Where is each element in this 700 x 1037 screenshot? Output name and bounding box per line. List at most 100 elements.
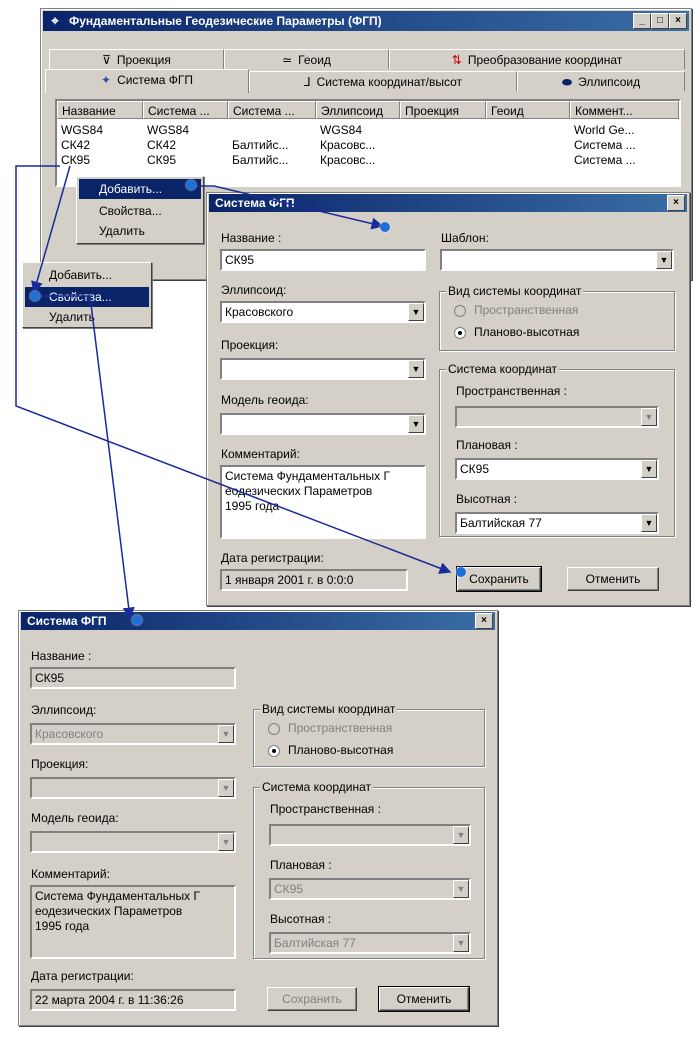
projection-select[interactable]: ▼ xyxy=(220,358,426,380)
column-header-geoid[interactable]: Геоид xyxy=(486,101,570,119)
coordinate-system-group: Система координат Пространственная : ▼ П… xyxy=(439,362,675,537)
ellipsoid-label: Эллипсоид: xyxy=(31,703,97,717)
planar-select: СК95 ▼ xyxy=(269,878,471,900)
menu-item-properties[interactable]: Свойства... xyxy=(25,287,149,307)
spatial-label: Пространственная : xyxy=(456,384,567,398)
coordinate-system-group: Система координат Пространственная : ▼ П… xyxy=(253,780,485,959)
save-button: Сохранить xyxy=(267,987,357,1011)
name-label: Название : xyxy=(221,231,282,245)
chevron-down-icon[interactable]: ▼ xyxy=(641,514,657,532)
ellipsoid-select[interactable]: Красовского ▼ xyxy=(220,301,426,323)
cancel-button[interactable]: Отменить xyxy=(567,567,659,591)
chevron-down-icon: ▼ xyxy=(453,880,469,898)
column-header-projection[interactable]: Проекция xyxy=(400,101,486,119)
menu-item-properties[interactable]: Свойства... xyxy=(79,201,201,221)
column-header-name[interactable]: Название xyxy=(57,101,143,119)
projection-label: Проекция: xyxy=(31,757,89,771)
main-titlebar[interactable]: ⌖ Фундаментальные Геодезические Параметр… xyxy=(43,11,689,31)
height-label: Высотная : xyxy=(456,492,518,506)
menu-item-delete[interactable]: Удалить xyxy=(25,307,149,327)
planar-select[interactable]: СК95 ▼ xyxy=(455,458,659,480)
save-button[interactable]: Сохранить xyxy=(456,566,542,592)
context-menu-list: Добавить... Свойства... Удалить xyxy=(76,176,204,244)
date-label: Дата регистрации: xyxy=(31,969,134,983)
geoid-select[interactable]: ▼ xyxy=(220,413,426,435)
date-field: 22 марта 2004 г. в 11:36:26 xyxy=(30,989,236,1011)
projection-select: ▼ xyxy=(30,777,236,799)
comment-label: Комментарий: xyxy=(221,447,300,461)
ellipsoid-icon: ⬬ xyxy=(561,75,573,89)
coordinate-kind-group: Вид системы координат Пространственная П… xyxy=(439,284,675,351)
column-header-ellipsoid[interactable]: Эллипсоид xyxy=(316,101,400,119)
tab-fgp-system[interactable]: ✦ Система ФГП xyxy=(45,69,249,93)
name-input: СК95 xyxy=(30,667,236,689)
radio-planar-height xyxy=(268,745,280,757)
dialog-view-titlebar[interactable]: Система ФГП × xyxy=(21,612,495,630)
fgp-system-icon: ✦ xyxy=(101,73,112,87)
radio-spatial xyxy=(268,723,280,735)
spatial-select: ▼ xyxy=(269,824,471,846)
dialog-view-title: Система ФГП xyxy=(27,614,107,628)
radio-planar-height-label: Планово-высотная xyxy=(474,325,580,339)
date-field: 1 января 2001 г. в 0:0:0 xyxy=(220,569,408,591)
cancel-button[interactable]: Отменить xyxy=(378,986,470,1012)
chevron-down-icon[interactable]: ▼ xyxy=(641,408,657,426)
height-select[interactable]: Балтийская 77 ▼ xyxy=(455,512,659,534)
minimize-button[interactable]: _ xyxy=(633,13,651,29)
menu-item-add[interactable]: Добавить... xyxy=(25,265,149,285)
radio-spatial-label: Пространственная xyxy=(288,721,393,735)
dialog-fgp-view: Система ФГП × Название : СК95 Эллипсоид:… xyxy=(18,610,498,1026)
chevron-down-icon[interactable]: ▼ xyxy=(641,460,657,478)
coordinate-kind-group: Вид системы координат Пространственная П… xyxy=(253,702,485,767)
chevron-down-icon[interactable]: ▼ xyxy=(408,303,424,321)
menu-item-add[interactable]: Добавить... xyxy=(79,179,201,199)
arrow-menu-properties-to-view-dialog xyxy=(34,295,135,620)
marker-dot xyxy=(186,180,196,190)
axes-icon: ⅃ xyxy=(303,75,311,89)
radio-spatial[interactable] xyxy=(454,305,466,317)
radio-planar-height[interactable] xyxy=(454,327,466,339)
tab-coordinate-transform[interactable]: ⇅ Преобразование координат xyxy=(389,49,685,69)
chevron-down-icon[interactable]: ▼ xyxy=(408,360,424,378)
marker-dot xyxy=(456,567,466,577)
spatial-label: Пространственная : xyxy=(270,802,381,816)
projection-icon: ⊽ xyxy=(102,53,111,67)
fgp-list[interactable]: Название Система ... Система ... Эллипсо… xyxy=(55,99,681,187)
chevron-down-icon: ▼ xyxy=(453,934,469,952)
column-header-comment[interactable]: Коммент... xyxy=(570,101,679,119)
column-header-system-2[interactable]: Система ... xyxy=(228,101,316,119)
close-button[interactable]: × xyxy=(669,13,687,29)
menu-item-delete[interactable]: Удалить xyxy=(79,221,201,241)
geoid-icon: ≃ xyxy=(282,53,293,67)
name-input[interactable]: СК95 xyxy=(220,249,426,271)
chevron-down-icon: ▼ xyxy=(218,725,234,743)
tab-ellipsoid[interactable]: ⬬ Эллипсоид xyxy=(517,71,685,91)
chevron-down-icon[interactable]: ▼ xyxy=(408,415,424,433)
tab-coordinate-systems[interactable]: ⅃ Система координат/высот xyxy=(249,71,517,91)
transform-icon: ⇅ xyxy=(451,53,462,67)
ellipsoid-select: Красовского ▼ xyxy=(30,723,236,745)
maximize-button[interactable]: □ xyxy=(651,13,669,29)
date-label: Дата регистрации: xyxy=(221,551,324,565)
comment-label: Комментарий: xyxy=(31,867,110,881)
chevron-down-icon: ▼ xyxy=(218,833,234,851)
comment-textarea[interactable]: Система Фундаментальных Г еодезических П… xyxy=(220,465,426,539)
tab-projection[interactable]: ⊽ Проекция xyxy=(49,49,224,69)
chevron-down-icon[interactable]: ▼ xyxy=(656,251,672,269)
spatial-select[interactable]: ▼ xyxy=(455,406,659,428)
dialog-edit-close-button[interactable]: × xyxy=(667,195,685,211)
planar-label: Плановая : xyxy=(270,858,332,872)
tab-geoid[interactable]: ≃ Геоид xyxy=(224,49,389,69)
template-label: Шаблон: xyxy=(441,231,489,245)
dialog-view-close-button[interactable]: × xyxy=(475,613,493,629)
name-label: Название : xyxy=(31,649,92,663)
geoid-label: Модель геоида: xyxy=(31,811,119,825)
column-header-system-1[interactable]: Система ... xyxy=(143,101,228,119)
main-window-title: Фундаментальные Геодезические Параметры … xyxy=(69,14,382,28)
dialog-edit-titlebar[interactable]: Система ФГП × xyxy=(209,194,687,212)
chevron-down-icon: ▼ xyxy=(218,779,234,797)
template-select[interactable]: ▼ xyxy=(440,249,674,271)
context-menu-row: Добавить... Свойства... Удалить xyxy=(22,262,152,328)
marker-dot xyxy=(380,222,390,232)
marker-dot xyxy=(30,291,40,301)
